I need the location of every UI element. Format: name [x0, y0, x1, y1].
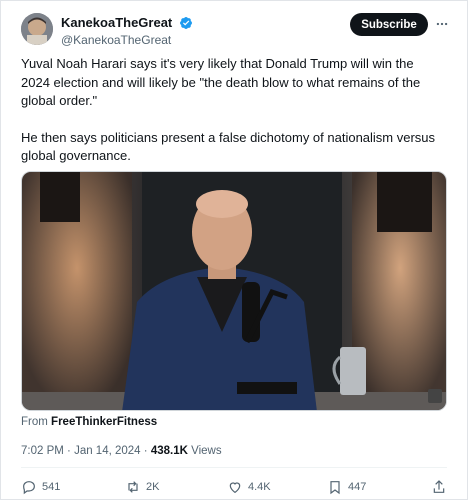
author-handle[interactable]: @KanekoaTheGreat: [61, 32, 193, 48]
divider: [21, 467, 447, 468]
media-source: From FreeThinkerFitness: [21, 416, 157, 428]
tweet-paragraph: Yuval Noah Harari says it's very likely …: [21, 56, 421, 108]
tweet-header: KanekoaTheGreat @KanekoaTheGreat Subscri…: [21, 13, 451, 47]
tweet-card: KanekoaTheGreat @KanekoaTheGreat Subscri…: [0, 0, 468, 500]
reply-button[interactable]: 541: [21, 477, 60, 497]
share-icon: [433, 480, 445, 493]
like-button[interactable]: 4.4K: [227, 477, 271, 497]
meta-separator: ·: [140, 445, 151, 457]
author-names: KanekoaTheGreat @KanekoaTheGreat: [61, 14, 193, 48]
repost-icon: [128, 481, 138, 493]
video-thumbnail[interactable]: [21, 171, 447, 411]
bookmark-button[interactable]: 447: [327, 477, 366, 497]
tweet-meta: 7:02 PM · Jan 14, 2024 · 438.1K Views: [21, 445, 222, 457]
tweet-date[interactable]: Jan 14, 2024: [74, 445, 141, 457]
reply-icon: [23, 481, 35, 495]
reply-count: 541: [42, 481, 61, 493]
repost-button[interactable]: 2K: [125, 477, 159, 497]
tweet-paragraph: He then says politicians present a false…: [21, 129, 436, 164]
action-bar: 541 2K 4.4K 447: [21, 477, 447, 497]
like-count: 4.4K: [248, 481, 271, 493]
heart-icon: [229, 482, 241, 494]
media-source-prefix: From: [21, 416, 48, 428]
views-count: 438.1K: [150, 445, 188, 457]
author-display-name[interactable]: KanekoaTheGreat: [61, 15, 172, 31]
meta-separator: ·: [63, 445, 75, 457]
avatar[interactable]: [21, 13, 53, 45]
repost-count: 2K: [146, 481, 160, 493]
tweet-text: Yuval Noah Harari says it's very likely …: [21, 55, 446, 166]
bookmark-icon: [330, 481, 340, 495]
more-horizontal-icon[interactable]: [435, 17, 449, 31]
subscribe-button[interactable]: Subscribe: [350, 13, 428, 36]
bookmark-count: 447: [348, 481, 367, 493]
share-button[interactable]: [431, 477, 447, 497]
tweet-time[interactable]: 7:02 PM: [21, 445, 64, 457]
views-label: Views: [191, 445, 222, 457]
media-source-name[interactable]: FreeThinkerFitness: [51, 416, 157, 428]
verified-badge-icon: [179, 16, 192, 29]
